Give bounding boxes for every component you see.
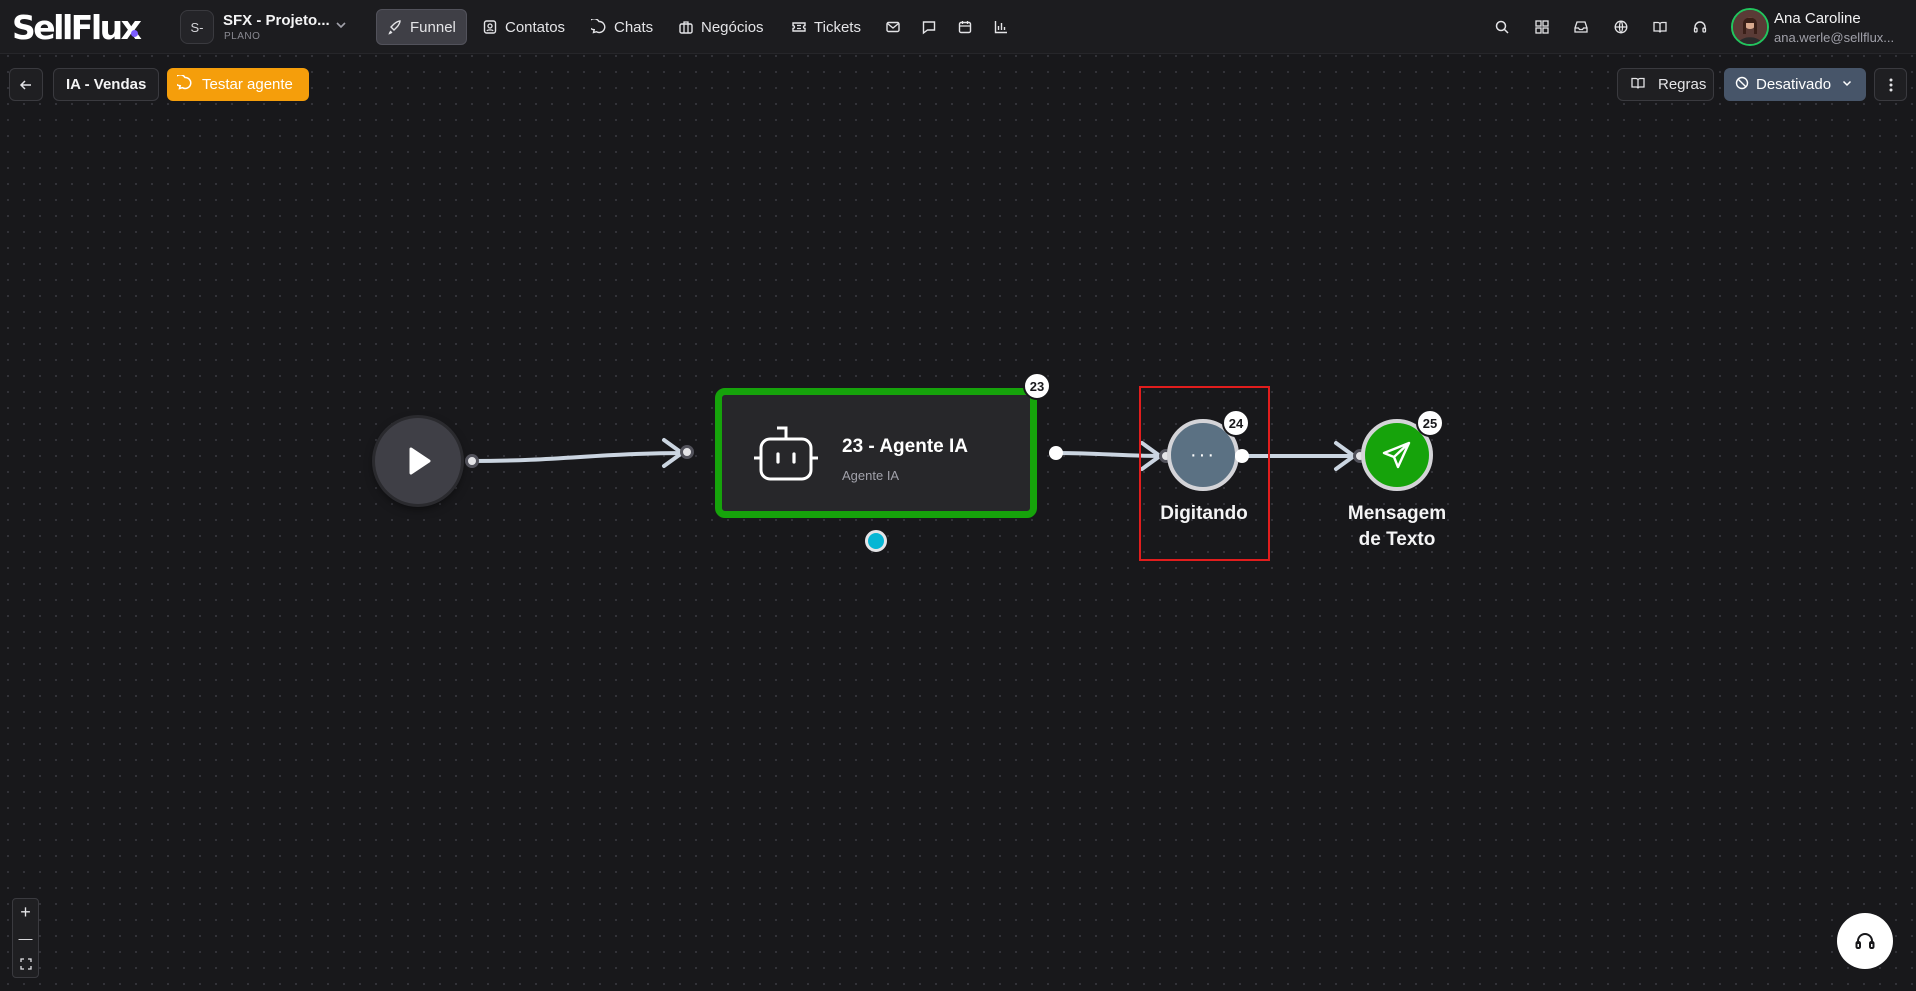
play-icon: [409, 447, 431, 475]
zoom-out-button[interactable]: —: [13, 925, 38, 951]
typing-node-badge: 24: [1222, 409, 1250, 437]
robot-icon: [752, 425, 820, 490]
message-node-label-line2: de Texto: [1358, 529, 1436, 550]
zoom-controls: + —: [12, 898, 39, 978]
support-chat-button[interactable]: [1837, 913, 1893, 969]
start-node[interactable]: [375, 418, 461, 504]
message-node-label: Mensagem de Texto: [1337, 501, 1457, 553]
maximize-icon: [19, 958, 32, 970]
dots-icon: ···: [1190, 443, 1216, 466]
typing-output-handle[interactable]: [1235, 449, 1249, 463]
ai-agent-node[interactable]: 23 - Agente IA Agente IA: [715, 388, 1037, 518]
agent-output-handle[interactable]: [1049, 446, 1063, 460]
send-icon: [1382, 441, 1411, 469]
message-node-label-line1: Mensagem: [1347, 503, 1447, 524]
agent-tool-handle[interactable]: [865, 530, 887, 552]
message-node-badge: 25: [1416, 409, 1444, 437]
agent-node-subtitle: Agente IA: [842, 468, 900, 483]
edge-start-to-agent: [471, 451, 687, 463]
fit-view-button[interactable]: [13, 951, 38, 977]
zoom-in-button[interactable]: +: [13, 899, 38, 925]
agent-input-handle[interactable]: [680, 445, 694, 459]
start-output-handle[interactable]: [465, 454, 479, 468]
typing-node-label: Digitando: [1160, 503, 1248, 524]
agent-node-badge: 23: [1023, 372, 1051, 400]
headset-icon: [1855, 933, 1875, 949]
agent-node-title: 23 - Agente IA: [842, 436, 968, 457]
